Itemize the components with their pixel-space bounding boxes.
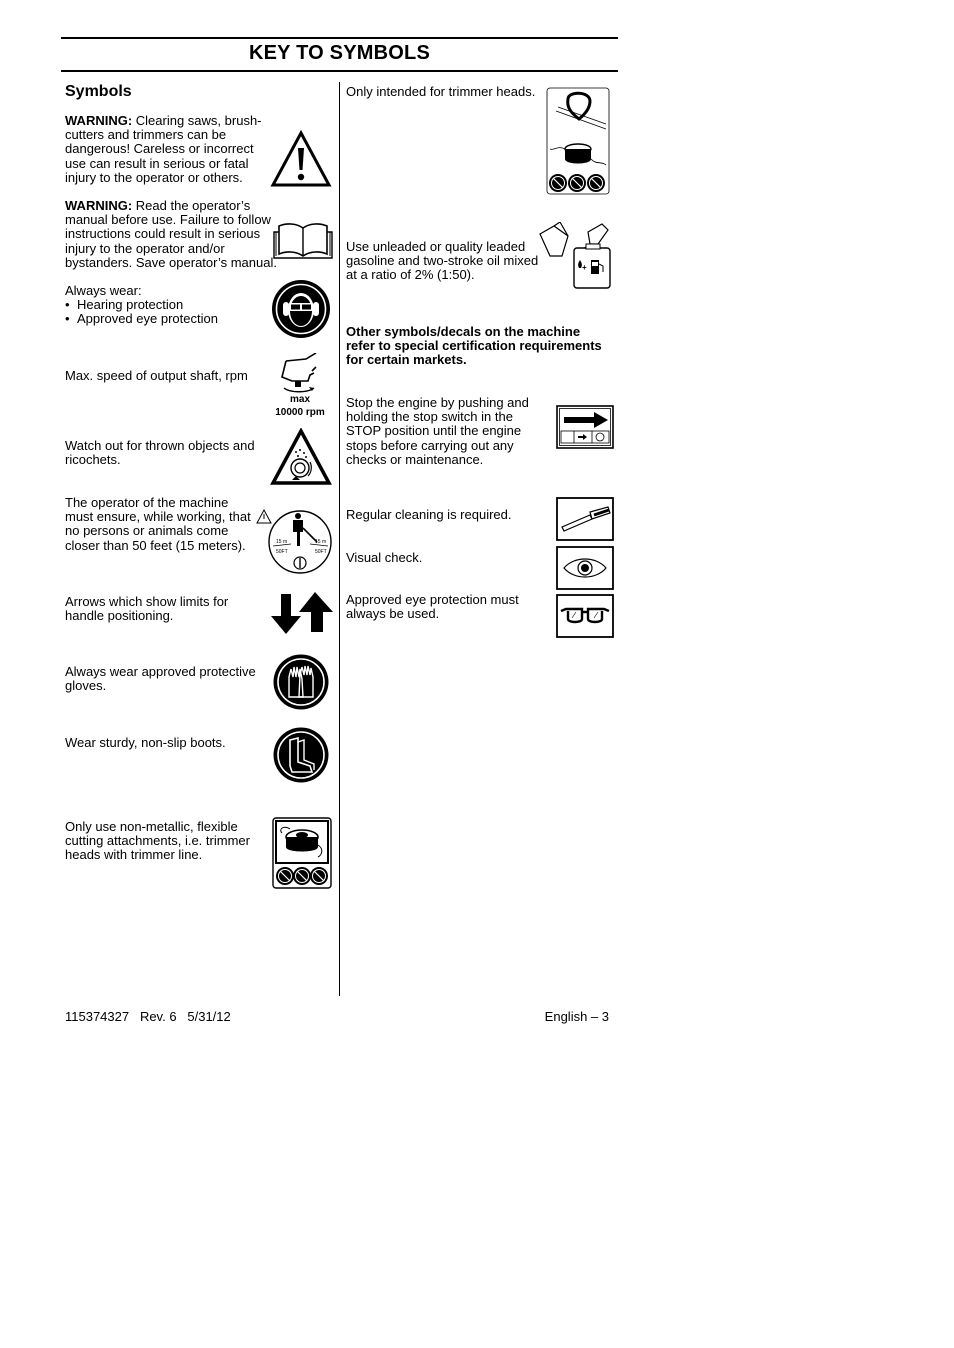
thrown-objects-text: Watch out for thrown objects and ricoche… xyxy=(65,438,255,468)
warning-label: WARNING: xyxy=(65,113,133,128)
always-wear-label: Always wear: xyxy=(65,283,142,298)
page-number: English – 3 xyxy=(544,1009,609,1024)
svg-text:+: + xyxy=(582,263,587,272)
distance-label-right-ft: 50FT xyxy=(315,549,327,555)
cleaning-text: Regular cleaning is required. xyxy=(346,507,512,522)
distance-label-left-ft: 50FT xyxy=(276,549,288,555)
handle-limit-arrows-icon xyxy=(271,592,333,634)
eye-icon xyxy=(556,546,614,590)
title-underline xyxy=(61,70,618,72)
safety-glasses-icon xyxy=(556,594,614,638)
boots-text: Wear sturdy, non-slip boots. xyxy=(65,735,226,750)
document-info: 115374327 Rev. 6 5/31/12 xyxy=(65,1009,231,1024)
gloves-text: Always wear approved protective gloves. xyxy=(65,664,256,694)
fuel-mix-icon: + xyxy=(539,222,611,289)
safety-distance-text: The operator of the machine must ensure,… xyxy=(65,495,251,553)
boots-icon xyxy=(273,727,329,783)
warning-manual-text: WARNING: Read the operator’s manual befo… xyxy=(65,198,280,270)
protection-list: Hearing protection Approved eye protecti… xyxy=(65,298,275,327)
stop-engine-text: Stop the engine by pushing and holding t… xyxy=(346,395,529,467)
safety-distance-icon: 15 m 50FT 15 m 50FT xyxy=(256,508,332,574)
distance-label-right-m: 15 m xyxy=(315,539,326,545)
visual-check-text: Visual check. xyxy=(346,550,423,565)
icon-caption-rpm: 10000 rpm xyxy=(275,407,325,418)
warning-dangerous-text: WARNING: Clearing saws, brush-cutters an… xyxy=(65,113,275,185)
non-metallic-text: Only use non-metallic, flexible cutting … xyxy=(65,819,250,863)
bullet-hearing: Hearing protection xyxy=(65,298,275,312)
distance-label-left-m: 15 m xyxy=(276,539,287,545)
handle-limits-text: Arrows which show limits for handle posi… xyxy=(65,594,229,624)
page-title: KEY TO SYMBOLS xyxy=(249,42,430,64)
warning-label: WARNING: xyxy=(65,198,133,213)
ear-eye-protection-icon xyxy=(272,280,330,338)
icon-caption-max: max xyxy=(289,394,310,405)
eye-protection-text: Approved eye protection must always be u… xyxy=(346,592,519,622)
cleaning-brush-icon xyxy=(556,497,614,541)
output-shaft-icon xyxy=(281,353,317,393)
top-rule xyxy=(61,37,618,39)
section-heading: Symbols xyxy=(65,83,132,100)
trimmer-head-decal-icon xyxy=(272,817,332,889)
max-speed-text: Max. speed of output shaft, rpm xyxy=(65,368,248,383)
stop-switch-icon xyxy=(556,405,614,449)
fuel-mix-text: Use unleaded or quality leaded gasoline … xyxy=(346,239,539,283)
gloves-icon xyxy=(273,654,329,710)
always-wear-text: Always wear: Hearing protection Approved… xyxy=(65,283,275,327)
certification-note: Other symbols/decals on the machine refe… xyxy=(346,324,602,368)
trimmer-heads-only-icon xyxy=(546,87,610,195)
open-book-icon xyxy=(273,223,333,259)
bullet-eye: Approved eye protection xyxy=(65,312,275,326)
thrown-objects-icon xyxy=(270,428,332,485)
warning-triangle-icon xyxy=(270,130,332,187)
trimmer-heads-only-text: Only intended for trimmer heads. xyxy=(346,84,536,99)
column-divider xyxy=(339,82,340,996)
